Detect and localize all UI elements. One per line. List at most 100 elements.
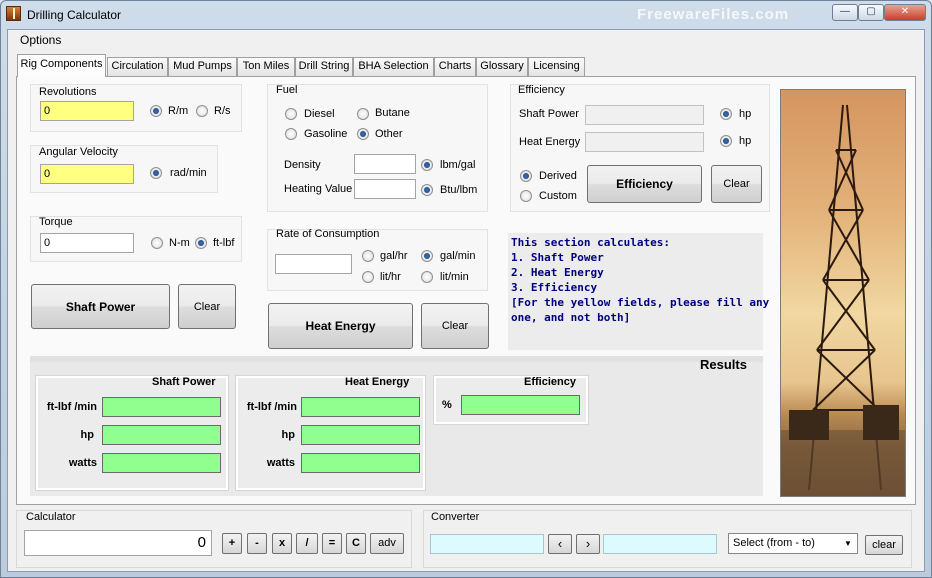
converter-clear-button[interactable]: clear: [865, 535, 903, 555]
title-bar[interactable]: Drilling Calculator FreewareFiles.com — …: [0, 0, 930, 28]
converter-from-input[interactable]: [430, 534, 544, 554]
tab-bha-selection[interactable]: BHA Selection: [353, 57, 434, 76]
efficiency-clear-button[interactable]: Clear: [711, 165, 762, 203]
fuel-label: Fuel: [276, 84, 298, 96]
lit-min-radio[interactable]: [421, 271, 433, 283]
sp-hp-output: [102, 425, 221, 445]
sp-watts-label: watts: [68, 457, 97, 469]
tab-rig-components[interactable]: Rig Components: [17, 54, 106, 77]
eff-hp-radio-2[interactable]: [720, 135, 732, 147]
converter-prev-button[interactable]: ‹: [548, 534, 572, 554]
he-ftlbf-label: ft-lbf /min: [246, 401, 297, 413]
calc-minus-button[interactable]: -: [247, 533, 267, 554]
minimize-button[interactable]: —: [832, 4, 858, 21]
rad-min-radio[interactable]: [150, 167, 162, 179]
gasoline-radio-label: Gasoline: [304, 128, 348, 140]
efficiency-button[interactable]: Efficiency: [587, 165, 702, 203]
converter-unit-select[interactable]: Select (from - to) ▼: [728, 533, 858, 554]
drilling-rig-image: [780, 89, 906, 497]
shaft-clear-button[interactable]: Clear: [178, 284, 236, 329]
eff-hp-radio-1[interactable]: [720, 108, 732, 120]
rps-radio[interactable]: [196, 105, 208, 117]
gal-min-radio[interactable]: [421, 250, 433, 262]
calculator-label: Calculator: [26, 511, 76, 523]
he-watts-label: watts: [266, 457, 295, 469]
rpm-radio[interactable]: [150, 105, 162, 117]
ft-lbf-radio-label: ft-lbf: [213, 237, 235, 249]
calc-advanced-button[interactable]: adv: [370, 533, 404, 554]
chevron-down-icon: ▼: [844, 539, 852, 548]
nm-radio[interactable]: [151, 237, 163, 249]
angular-velocity-input[interactable]: [40, 164, 134, 184]
consumption-input[interactable]: [275, 254, 352, 274]
ft-lbf-radio[interactable]: [195, 237, 207, 249]
close-button[interactable]: ✕: [884, 4, 926, 21]
calc-equals-button[interactable]: =: [322, 533, 342, 554]
other-radio[interactable]: [357, 128, 369, 140]
consumption-label: Rate of Consumption: [276, 228, 380, 240]
tab-mud-pumps[interactable]: Mud Pumps: [168, 57, 237, 76]
tab-licensing[interactable]: Licensing: [528, 57, 585, 76]
info-line: 2. Heat Energy: [511, 266, 604, 279]
revolutions-input[interactable]: [40, 101, 134, 121]
density-input[interactable]: [354, 154, 416, 174]
custom-radio[interactable]: [520, 190, 532, 202]
tab-circulation[interactable]: Circulation: [107, 57, 168, 76]
drilling-rig-icon: [781, 104, 905, 496]
calc-multiply-button[interactable]: x: [272, 533, 292, 554]
rps-radio-label: R/s: [214, 105, 231, 117]
tab-drill-string[interactable]: Drill String: [295, 57, 353, 76]
menu-options[interactable]: Options: [20, 33, 61, 47]
tab-charts[interactable]: Charts: [434, 57, 476, 76]
lbm-gal-radio[interactable]: [421, 159, 433, 171]
gal-min-radio-label: gal/min: [440, 250, 476, 262]
sp-watts-output: [102, 453, 221, 473]
lit-hr-radio[interactable]: [362, 271, 374, 283]
gal-hr-radio-label: gal/hr: [380, 250, 408, 262]
other-radio-label: Other: [375, 128, 403, 140]
converter-select-value: Select (from - to): [733, 537, 815, 549]
he-watts-output: [301, 453, 420, 473]
converter-next-button[interactable]: ›: [576, 534, 600, 554]
lbm-gal-radio-label: lbm/gal: [440, 159, 476, 171]
info-panel: This section calculates: 1. Shaft Power …: [508, 233, 769, 350]
sp-ftlbf-label: ft-lbf /min: [46, 401, 97, 413]
app-icon: [6, 6, 21, 21]
calc-clear-button[interactable]: C: [346, 533, 366, 554]
he-ftlbf-output: [301, 397, 420, 417]
eff-percent-label: %: [442, 399, 452, 411]
efficiency-results-title: Efficiency: [524, 376, 576, 388]
gasoline-radio[interactable]: [285, 128, 297, 140]
diesel-radio-label: Diesel: [304, 108, 335, 120]
derived-radio-label: Derived: [539, 170, 577, 182]
torque-input[interactable]: [40, 233, 134, 253]
butane-radio[interactable]: [357, 108, 369, 120]
heating-value-input[interactable]: [354, 179, 416, 199]
angular-velocity-label: Angular Velocity: [39, 146, 118, 158]
eff-hp-label-2: hp: [739, 135, 752, 147]
sp-hp-label: hp: [80, 429, 94, 441]
info-line: This section calculates:: [511, 236, 670, 249]
calculator-display[interactable]: 0: [24, 530, 212, 556]
eff-hp-label-1: hp: [739, 108, 752, 120]
btu-lbm-radio[interactable]: [421, 184, 433, 196]
nm-radio-label: N-m: [169, 237, 190, 249]
heat-energy-button[interactable]: Heat Energy: [268, 303, 413, 349]
window-title: Drilling Calculator: [27, 8, 122, 22]
converter-to-input[interactable]: [603, 534, 717, 554]
diesel-radio[interactable]: [285, 108, 297, 120]
eff-shaft-power-input[interactable]: [585, 105, 704, 125]
shaft-power-button[interactable]: Shaft Power: [31, 284, 170, 329]
density-label: Density: [284, 159, 321, 171]
eff-heat-energy-label: Heat Energy: [519, 136, 581, 148]
he-hp-output: [301, 425, 420, 445]
calc-divide-button[interactable]: /: [296, 533, 318, 554]
gal-hr-radio[interactable]: [362, 250, 374, 262]
calc-plus-button[interactable]: +: [222, 533, 242, 554]
derived-radio[interactable]: [520, 170, 532, 182]
eff-heat-energy-input[interactable]: [585, 132, 704, 152]
heat-clear-button[interactable]: Clear: [421, 303, 489, 349]
tab-ton-miles[interactable]: Ton Miles: [237, 57, 295, 76]
maximize-button[interactable]: ▢: [858, 4, 884, 21]
tab-glossary[interactable]: Glossary: [476, 57, 528, 76]
